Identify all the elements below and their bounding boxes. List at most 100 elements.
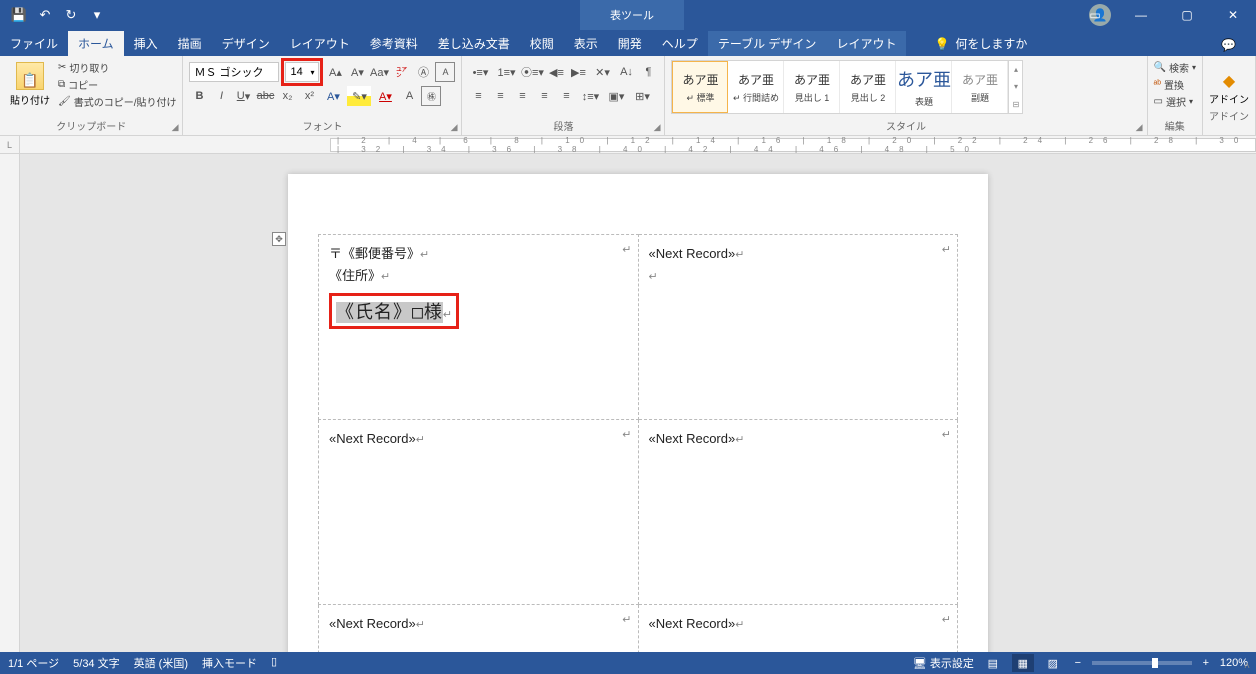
gallery-up-icon[interactable]: ▴ [1009,61,1022,78]
styles-dialog-launcher[interactable]: ◢ [1136,122,1143,133]
clear-format-button[interactable]: Ⓐ [413,62,433,82]
select-button[interactable]: ▭選択▾ [1154,94,1196,109]
zoom-out-button[interactable]: − [1072,657,1084,669]
paste-button[interactable]: 📋 貼り付け [6,60,54,109]
label-cell-6[interactable]: «Next Record»↵ ↵ [638,605,958,653]
collapse-ribbon-icon[interactable]: ˄ [1244,661,1250,672]
tab-table-design[interactable]: テーブル デザイン [708,31,827,56]
tell-me-search[interactable]: 💡 何をしますか [926,31,1035,56]
document-canvas[interactable]: ✥ 〒《郵便番号》↵ 《住所》↵ 《氏名》□様↵ ↵ «Next Record»… [20,154,1256,652]
ribbon-display-options[interactable]: ▭ [1072,0,1118,30]
close-button[interactable]: ✕ [1210,0,1256,30]
distribute-button[interactable]: ≡ [556,86,576,106]
qat-undo[interactable]: ↶ [34,4,56,26]
enclose-char-button[interactable]: A [435,62,455,82]
status-word-count[interactable]: 5/34 文字 [73,655,119,671]
font-color-button[interactable]: A▾ [373,86,397,106]
zoom-in-button[interactable]: + [1200,657,1212,669]
display-settings-button[interactable]: 🖥 表示設定 [913,655,974,671]
align-right-button[interactable]: ≡ [512,86,532,106]
italic-button[interactable]: I [211,86,231,106]
shading-button[interactable]: ▣▾ [604,86,628,106]
read-mode-button[interactable]: ▤ [982,654,1004,672]
table-move-handle[interactable]: ✥ [272,232,286,246]
find-button[interactable]: 🔍検索▾ [1154,60,1196,75]
strikethrough-button[interactable]: abc [255,86,275,106]
qat-redo[interactable]: ↻ [60,4,82,26]
tab-view[interactable]: 表示 [564,31,608,56]
style-normal[interactable]: あア亜↵ 標準 [672,61,728,113]
tab-mailings[interactable]: 差し込み文書 [428,31,520,56]
qat-customize[interactable]: ▾ [86,4,108,26]
tab-layout[interactable]: レイアウト [280,31,360,56]
label-cell-3[interactable]: «Next Record»↵ ↵ [319,420,639,605]
subscript-button[interactable]: x₂ [277,86,297,106]
tab-help[interactable]: ヘルプ [652,31,708,56]
sort-button[interactable]: A↓ [616,62,636,82]
label-cell-1[interactable]: 〒《郵便番号》↵ 《住所》↵ 《氏名》□様↵ ↵ [319,235,639,420]
minimize-button[interactable]: — [1118,0,1164,30]
label-cell-2[interactable]: «Next Record»↵ ↵ ↵ [638,235,958,420]
tab-review[interactable]: 校閲 [520,31,564,56]
font-size-input[interactable]: 14▾ [285,62,319,82]
cut-button[interactable]: ✂切り取り [58,60,176,75]
borders-button[interactable]: ⊞▾ [630,86,654,106]
paragraph-dialog-launcher[interactable]: ◢ [654,122,661,133]
share-button[interactable]: 💬 [1213,34,1244,56]
vertical-ruler[interactable] [0,154,20,652]
name-merge-field[interactable]: 《氏名》□様 [336,302,443,323]
qat-save[interactable]: 💾 [8,4,30,26]
status-page[interactable]: 1/1 ページ [8,655,59,671]
tab-table-layout[interactable]: レイアウト [826,31,906,56]
print-layout-button[interactable]: ▦ [1012,654,1034,672]
align-center-button[interactable]: ≡ [490,86,510,106]
clipboard-dialog-launcher[interactable]: ◢ [172,122,179,133]
change-case-button[interactable]: Aa▾ [369,62,389,82]
superscript-button[interactable]: x² [299,86,319,106]
tab-draw[interactable]: 描画 [168,31,212,56]
horizontal-ruler[interactable]: | 2 | 4 | 6 | 8 | 10 | 12 | 14 | 16 | 18… [20,136,1256,153]
styles-gallery[interactable]: あア亜↵ 標準 あア亜↵ 行間詰め あア亜見出し 1 あア亜見出し 2 あア亜表… [671,60,1023,114]
tab-file[interactable]: ファイル [0,31,68,56]
tab-design[interactable]: デザイン [212,31,280,56]
bold-button[interactable]: B [189,86,209,106]
decrease-indent-button[interactable]: ◀≡ [546,62,566,82]
replace-button[interactable]: ᵃᵇ置換 [1154,77,1196,92]
font-dialog-launcher[interactable]: ◢ [451,122,458,133]
label-cell-4[interactable]: «Next Record»↵ ↵ [638,420,958,605]
text-effects-button[interactable]: A▾ [321,86,345,106]
status-language[interactable]: 英語 (米国) [134,655,188,671]
style-heading-2[interactable]: あア亜見出し 2 [840,61,896,113]
style-subtitle[interactable]: あア亜副題 [952,61,1008,113]
numbering-button[interactable]: 1≡▾ [494,62,518,82]
gallery-down-icon[interactable]: ▾ [1009,78,1022,95]
tab-home[interactable]: ホーム [68,31,124,56]
tab-insert[interactable]: 挿入 [124,31,168,56]
status-insert-mode[interactable]: 挿入モード [202,655,257,671]
style-no-spacing[interactable]: あア亜↵ 行間詰め [728,61,784,113]
addins-icon[interactable]: ◆ [1223,71,1235,91]
label-cell-5[interactable]: «Next Record»↵ ↵ [319,605,639,653]
justify-button[interactable]: ≡ [534,86,554,106]
zoom-thumb[interactable] [1152,658,1158,668]
phonetic-guide-button[interactable]: ㍐ [391,62,411,82]
highlight-button[interactable]: ✎▾ [347,86,371,106]
macro-record-icon[interactable]: ▯ [271,655,277,671]
format-painter-button[interactable]: 🖌書式のコピー/貼り付け [58,94,176,109]
tab-developer[interactable]: 開発 [608,31,652,56]
bullets-button[interactable]: •≡▾ [468,62,492,82]
char-shading-button[interactable]: A [399,86,419,106]
gallery-more-icon[interactable]: ⊟ [1009,96,1022,113]
multilevel-button[interactable]: ⦿≡▾ [520,62,544,82]
asian-layout-button[interactable]: ✕▾ [590,62,614,82]
tab-references[interactable]: 参考資料 [360,31,428,56]
style-title[interactable]: あア亜表題 [896,61,952,113]
font-name-input[interactable] [189,62,279,82]
zoom-slider[interactable] [1092,661,1192,665]
web-layout-button[interactable]: ▨ [1042,654,1064,672]
increase-indent-button[interactable]: ▶≡ [568,62,588,82]
maximize-button[interactable]: ▢ [1164,0,1210,30]
char-border-button[interactable]: ㊑ [421,86,441,106]
line-spacing-button[interactable]: ↕≡▾ [578,86,602,106]
align-left-button[interactable]: ≡ [468,86,488,106]
